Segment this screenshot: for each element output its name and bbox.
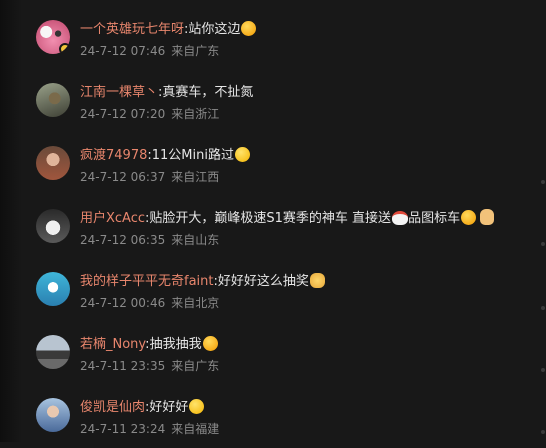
username-link[interactable]: 俊凯是仙肉 xyxy=(80,400,145,415)
comment-item: 疯渡74978:11公Mini路过 24-7-12 06:37 来自江西 xyxy=(36,146,526,196)
comment-location: 来自北京 xyxy=(171,296,220,310)
avatar[interactable] xyxy=(36,209,70,243)
username-link[interactable]: 疯渡74978 xyxy=(80,148,147,163)
comment-location: 来自广东 xyxy=(171,359,220,373)
comment-location: 来自江西 xyxy=(171,170,220,184)
comment-date: 24-7-12 07:46 xyxy=(80,44,166,58)
comment-item: 我的样子平平无奇faint:好好好这么抽奖 24-7-12 00:46 来自北京 xyxy=(36,272,526,322)
comment-text: 好好好这么抽奖 xyxy=(217,274,309,289)
avatar[interactable] xyxy=(36,335,70,369)
username-link[interactable]: 我的样子平平无奇faint xyxy=(80,274,214,289)
comment-text: 站你这边 xyxy=(188,22,241,37)
comment-date: 24-7-12 00:46 xyxy=(80,296,166,310)
comment-location: 来自山东 xyxy=(171,233,220,247)
left-panel-edge xyxy=(0,0,22,442)
comment-location: 来自广东 xyxy=(171,44,220,58)
avatar[interactable] xyxy=(36,398,70,432)
comment-text: 好好好 xyxy=(149,400,189,415)
laughing-face-icon xyxy=(189,399,205,414)
comment-location: 来自浙江 xyxy=(171,107,220,121)
comment-item: 俊凯是仙肉:好好好 24-7-11 23:24 来自福建 xyxy=(36,398,526,448)
username-link[interactable]: 江南一棵草丶 xyxy=(80,85,158,100)
scroll-dot xyxy=(541,306,545,310)
scroll-dot xyxy=(541,430,545,434)
avatar[interactable] xyxy=(36,146,70,180)
username-link[interactable]: 用户XcAcc xyxy=(80,211,145,226)
comment-item: 一个英雄玩七年呀:站你这边 24-7-12 07:46 来自广东 xyxy=(36,20,526,70)
comment-date: 24-7-12 07:20 xyxy=(80,107,166,121)
comment-item: 用户XcAcc:贴脸开大，巅峰极速S1赛季的神车 直接送 品图标车 24-7-12… xyxy=(36,209,526,259)
shocked-face-icon xyxy=(241,21,257,36)
avatar[interactable] xyxy=(36,20,70,54)
comment-date: 24-7-11 23:35 xyxy=(80,359,166,373)
avatar[interactable] xyxy=(36,83,70,117)
heart-face-icon xyxy=(202,336,218,351)
comment-item: 江南一棵草丶:真赛车，不扯氮 24-7-12 07:20 来自浙江 xyxy=(36,83,526,133)
scrollbar[interactable] xyxy=(540,0,546,442)
comment-text: 抽我抽我 xyxy=(149,337,202,352)
username-link[interactable]: 一个英雄玩七年呀 xyxy=(80,22,184,37)
ok-hand-icon xyxy=(480,209,495,225)
comment-date: 24-7-12 06:37 xyxy=(80,170,166,184)
scroll-dot xyxy=(541,242,545,246)
scroll-dot xyxy=(541,180,545,184)
avatar[interactable] xyxy=(36,272,70,306)
comment-date: 24-7-11 23:24 xyxy=(80,422,166,436)
comment-location: 来自福建 xyxy=(171,422,220,436)
chicken-icon xyxy=(392,211,409,225)
comment-text-continued: 品图标车 xyxy=(408,211,461,226)
grimace-face-icon xyxy=(234,147,250,162)
verified-badge-icon xyxy=(59,43,70,54)
cat-face-icon xyxy=(309,273,325,288)
comment-text: 11公Mini路过 xyxy=(151,148,234,163)
heart-eyes-face-icon xyxy=(461,210,477,225)
comment-item: 若楠_Nony:抽我抽我 24-7-11 23:35 来自广东 xyxy=(36,335,526,385)
scroll-dot xyxy=(541,368,545,372)
username-link[interactable]: 若楠_Nony xyxy=(80,337,145,352)
comment-text: 贴脸开大，巅峰极速S1赛季的神车 直接送 xyxy=(149,211,392,226)
comment-text: 真赛车，不扯氮 xyxy=(162,85,254,100)
comment-date: 24-7-12 06:35 xyxy=(80,233,166,247)
